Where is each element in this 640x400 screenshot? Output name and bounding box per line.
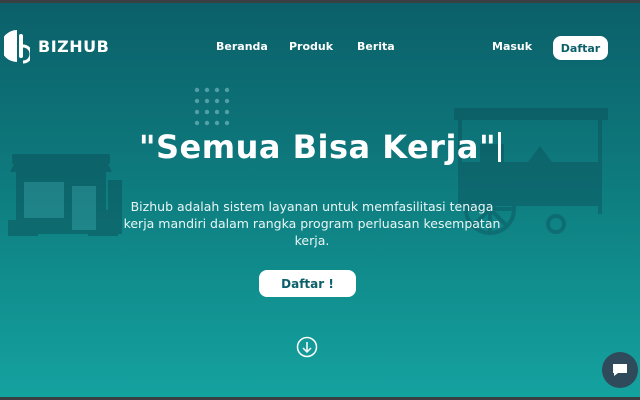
chat-icon: [613, 364, 627, 376]
hero-register-button[interactable]: Daftar !: [259, 270, 356, 297]
top-border: [0, 0, 640, 3]
nav-item-berita[interactable]: Berita: [357, 40, 395, 53]
chat-button[interactable]: [602, 352, 638, 388]
arrow-down-circle-icon[interactable]: [296, 336, 318, 358]
typing-cursor: [498, 132, 502, 162]
main-nav: Beranda Produk Berita Masuk: [0, 40, 640, 56]
register-button[interactable]: Daftar: [553, 36, 608, 60]
nav-item-beranda[interactable]: Beranda: [216, 40, 268, 53]
nav-item-produk[interactable]: Produk: [289, 40, 333, 53]
hero-title: "Semua Bisa Kerja": [0, 128, 640, 166]
hero-subtitle: Bizhub adalah sistem layanan untuk memfa…: [123, 199, 501, 248]
login-link[interactable]: Masuk: [492, 40, 532, 53]
hero-title-text: "Semua Bisa Kerja": [138, 128, 497, 166]
dot-grid-decoration: [194, 87, 230, 126]
